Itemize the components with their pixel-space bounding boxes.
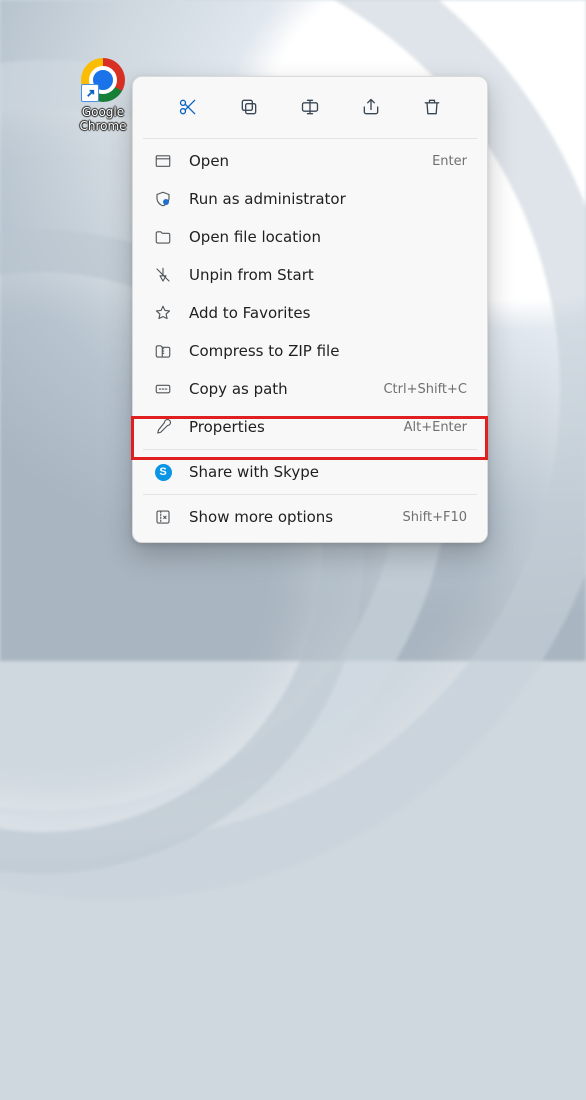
desktop-icon-label: Google Chrome — [78, 105, 128, 133]
desktop-icon-chrome[interactable]: Google Chrome — [78, 58, 128, 133]
scissors-icon — [178, 97, 198, 121]
context-menu: Open Enter Run as administrator Open fil… — [132, 76, 488, 543]
menu-properties[interactable]: Properties Alt+Enter — [139, 408, 481, 446]
menu-item-accel: Ctrl+Shift+C — [383, 382, 467, 397]
open-icon — [153, 151, 173, 171]
copy-button[interactable] — [233, 93, 265, 125]
unpin-icon — [153, 265, 173, 285]
share-button[interactable] — [355, 93, 387, 125]
cut-button[interactable] — [172, 93, 204, 125]
menu-item-label: Show more options — [189, 508, 333, 526]
menu-show-more[interactable]: Show more options Shift+F10 — [139, 498, 481, 536]
menu-item-label: Open — [189, 152, 229, 170]
rename-icon — [300, 97, 320, 121]
folder-icon — [153, 227, 173, 247]
rename-button[interactable] — [294, 93, 326, 125]
separator — [143, 449, 477, 450]
menu-open-location[interactable]: Open file location — [139, 218, 481, 256]
quick-actions-row — [139, 83, 481, 135]
menu-unpin-start[interactable]: Unpin from Start — [139, 256, 481, 294]
menu-item-label: Run as administrator — [189, 190, 346, 208]
separator — [143, 138, 477, 139]
wrench-icon — [153, 417, 173, 437]
menu-item-label: Copy as path — [189, 380, 288, 398]
delete-button[interactable] — [416, 93, 448, 125]
menu-item-label: Properties — [189, 418, 265, 436]
menu-item-label: Add to Favorites — [189, 304, 310, 322]
skype-icon: S — [153, 462, 173, 482]
path-icon — [153, 379, 173, 399]
menu-item-label: Compress to ZIP file — [189, 342, 339, 360]
trash-icon — [422, 97, 442, 121]
menu-share-skype[interactable]: S Share with Skype — [139, 453, 481, 491]
menu-compress-zip[interactable]: Compress to ZIP file — [139, 332, 481, 370]
menu-item-accel: Shift+F10 — [403, 510, 467, 525]
menu-open[interactable]: Open Enter — [139, 142, 481, 180]
share-icon — [361, 97, 381, 121]
menu-item-accel: Alt+Enter — [404, 420, 467, 435]
star-icon — [153, 303, 173, 323]
shortcut-arrow-icon — [81, 84, 99, 102]
menu-item-label: Open file location — [189, 228, 321, 246]
copy-icon — [239, 97, 259, 121]
chrome-icon — [81, 58, 125, 102]
menu-item-accel: Enter — [432, 154, 467, 169]
menu-add-favorites[interactable]: Add to Favorites — [139, 294, 481, 332]
menu-run-admin[interactable]: Run as administrator — [139, 180, 481, 218]
shield-icon — [153, 189, 173, 209]
separator — [143, 494, 477, 495]
zip-icon — [153, 341, 173, 361]
menu-item-label: Unpin from Start — [189, 266, 314, 284]
menu-copy-as-path[interactable]: Copy as path Ctrl+Shift+C — [139, 370, 481, 408]
more-options-icon — [153, 507, 173, 527]
menu-item-label: Share with Skype — [189, 463, 319, 481]
